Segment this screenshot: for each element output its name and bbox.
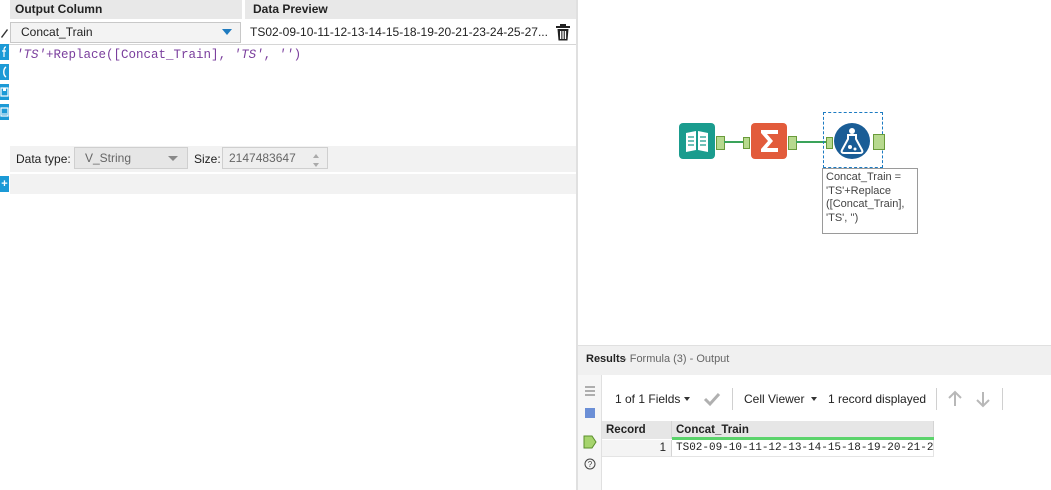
output-anchor[interactable] [716, 136, 725, 150]
data-preview-value: TS02-09-10-11-12-13-14-15-18-19-20-21-23… [250, 25, 548, 39]
output-anchor[interactable] [788, 136, 797, 150]
expr-string: 'TS' [16, 48, 47, 62]
input-data-tool[interactable] [679, 123, 715, 159]
chevron-down-icon[interactable] [222, 29, 232, 35]
chevron-down-icon[interactable] [811, 397, 817, 401]
expr-string: 'TS' [233, 48, 264, 62]
expr-comma: , [263, 48, 279, 62]
open-icon[interactable] [0, 104, 9, 120]
spin-down-icon[interactable] [306, 159, 326, 168]
row-divider [0, 44, 576, 45]
chevron-down-icon[interactable] [168, 156, 178, 161]
results-title: Results [586, 353, 626, 365]
output-anchor[interactable] [873, 134, 885, 150]
workflow-canvas[interactable] [578, 0, 1051, 345]
trash-icon[interactable] [556, 24, 570, 41]
pencil-icon[interactable] [0, 24, 9, 40]
svg-text:?: ? [588, 460, 593, 469]
help-icon[interactable]: ? [584, 458, 596, 470]
cell-viewer-dropdown[interactable]: Cell Viewer [744, 391, 804, 407]
results-subtitle: - Formula (3) - Output [623, 353, 730, 365]
input-anchor[interactable] [743, 137, 750, 149]
output-anchor-icon[interactable] [583, 435, 597, 449]
check-icon[interactable] [703, 391, 721, 407]
fields-selector[interactable]: 1 of 1 Fields [615, 391, 680, 407]
toolbar-separator [1002, 388, 1003, 410]
size-label: Size: [194, 152, 221, 166]
columns-icon[interactable] [0, 64, 9, 80]
tool-annotation: Concat_Train = 'TS'+Replace ([Concat_Tra… [822, 168, 918, 234]
expr-string: '' [278, 48, 294, 62]
chevron-down-icon[interactable] [684, 397, 690, 401]
list-icon[interactable] [584, 385, 596, 397]
data-type-label: Data type: [16, 152, 71, 166]
arrow-down-icon[interactable] [975, 390, 991, 408]
expr-comma: , [218, 48, 234, 62]
function-icon[interactable] [0, 44, 9, 60]
add-formula-button[interactable]: + [0, 176, 9, 192]
toolbar-separator [732, 388, 733, 410]
expr-function: +Replace( [46, 48, 114, 62]
spin-up-icon[interactable] [306, 149, 326, 158]
arrow-up-icon[interactable] [947, 390, 963, 408]
save-icon[interactable] [0, 84, 9, 100]
toolbar-separator [936, 388, 937, 410]
formula-config-panel [0, 0, 576, 490]
formula-icon-strip [0, 24, 9, 124]
formula-tool[interactable] [834, 123, 870, 159]
record-number-cell: 1 [602, 440, 672, 457]
results-sidebar: ? [578, 375, 602, 490]
expression-editor[interactable]: 'TS'+Replace([Concat_Train], 'TS', '') [16, 48, 301, 62]
data-preview-header: Data Preview [245, 0, 576, 19]
table-cell[interactable]: TS02-09-10-11-12-13-14-15-18-19-20-21-23… [672, 440, 934, 457]
metadata-icon[interactable] [584, 407, 596, 419]
expr-field: [Concat_Train] [113, 48, 219, 62]
summarize-tool[interactable] [751, 123, 787, 159]
output-column-header: Output Column [10, 0, 242, 19]
column-header-record[interactable]: Record [602, 421, 672, 439]
add-formula-bar [10, 174, 576, 194]
expr-paren: ) [293, 48, 302, 62]
output-column-select[interactable]: Concat_Train [10, 22, 241, 43]
records-count: 1 record displayed [828, 392, 927, 406]
